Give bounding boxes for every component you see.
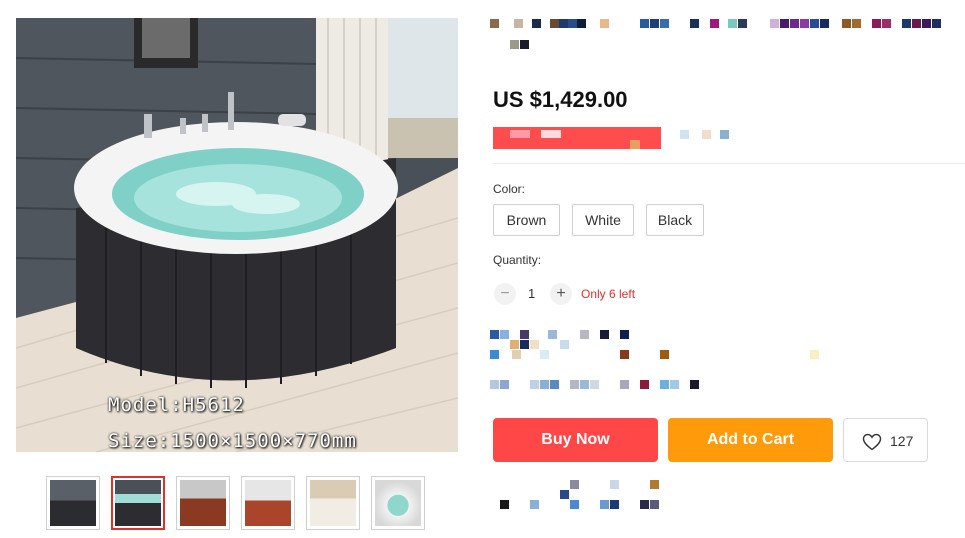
thumbnail[interactable] xyxy=(46,476,100,530)
quantity-label: Quantity: xyxy=(493,253,542,267)
wishlist-button[interactable]: 127 xyxy=(843,418,928,462)
heart-icon xyxy=(862,433,882,451)
thumbnail[interactable] xyxy=(176,476,230,530)
color-option-white[interactable]: White xyxy=(572,204,634,236)
color-label: Color: xyxy=(493,182,526,196)
color-option-brown[interactable]: Brown xyxy=(493,204,560,236)
thumbnail[interactable] xyxy=(306,476,360,530)
image-caption-size: Size:1500×1500×770mm xyxy=(108,430,357,452)
quantity-decrease-button[interactable]: − xyxy=(494,283,516,305)
wishlist-count: 127 xyxy=(890,433,914,449)
thumbnail-strip xyxy=(46,476,446,530)
main-product-image[interactable]: Model:H5612 Size:1500×1500×770mm xyxy=(16,18,458,452)
buy-now-button[interactable]: Buy Now xyxy=(493,418,658,462)
thumbnail[interactable] xyxy=(371,476,425,530)
thumbnail[interactable] xyxy=(241,476,295,530)
product-price: US $1,429.00 xyxy=(493,87,628,112)
thumbnail-active[interactable] xyxy=(111,476,165,530)
add-to-cart-button[interactable]: Add to Cart xyxy=(668,418,833,462)
stock-warning: Only 6 left xyxy=(581,287,636,301)
quantity-increase-button[interactable]: + xyxy=(550,283,572,305)
section-divider xyxy=(493,163,965,164)
color-option-black[interactable]: Black xyxy=(646,204,704,236)
bathtub-photo xyxy=(16,18,458,452)
image-caption-model: Model:H5612 xyxy=(108,394,245,416)
quantity-value[interactable]: 1 xyxy=(528,286,535,301)
